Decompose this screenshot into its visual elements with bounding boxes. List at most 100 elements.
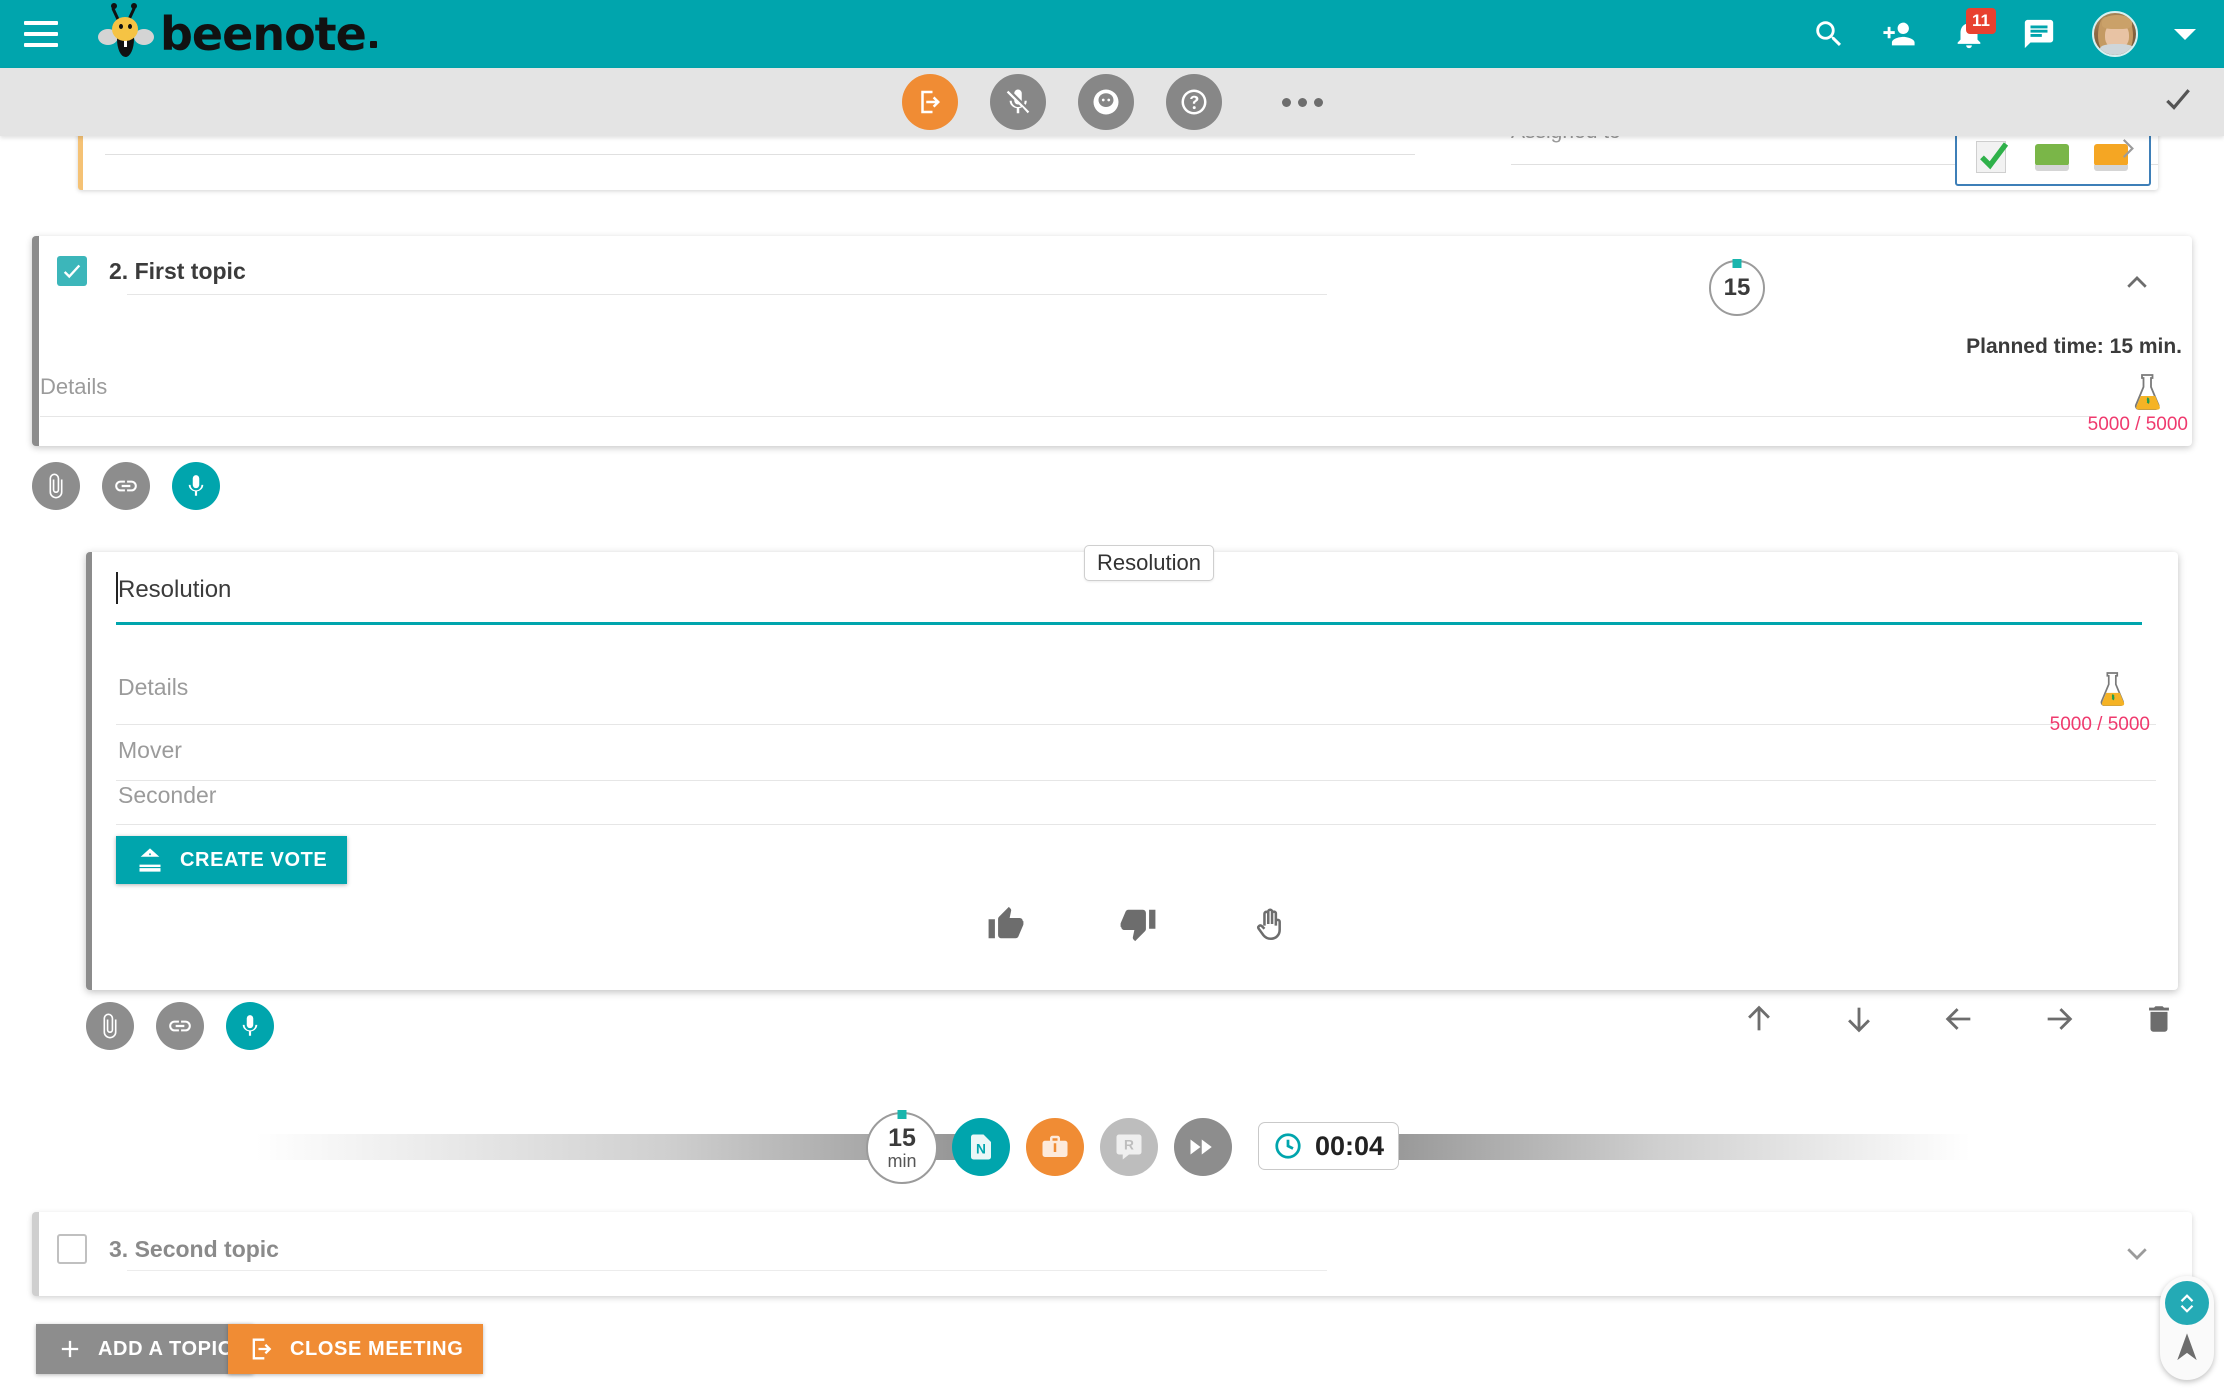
exit-meeting-icon[interactable] <box>902 74 958 130</box>
svg-text:R: R <box>1124 1138 1134 1153</box>
resolution-char-counter: 5000 / 5000 <box>2050 714 2150 736</box>
search-icon[interactable] <box>1812 17 1846 51</box>
topic-header: 2. First topic <box>57 256 246 286</box>
add-topic-label: ADD A TOPIC <box>98 1338 233 1361</box>
timeline-duration[interactable]: 15 min <box>866 1112 938 1184</box>
topic-card-first: 2. First topic 15 <box>32 236 2192 446</box>
topic-title-underline[interactable] <box>127 294 1327 295</box>
thumbs-up-icon[interactable] <box>984 902 1028 946</box>
green-block-icon[interactable] <box>2031 138 2075 178</box>
microphone-icon[interactable] <box>226 1002 274 1050</box>
avatar[interactable] <box>2092 11 2138 57</box>
elapsed-time: 00:04 <box>1315 1131 1384 1162</box>
more-options-icon[interactable] <box>1282 98 1323 107</box>
mover-underline <box>116 780 2156 781</box>
task-input-underline[interactable] <box>105 154 1415 155</box>
topic2-expand-chevron-down-icon[interactable] <box>2122 1238 2152 1273</box>
topic2-checkbox[interactable] <box>57 1234 87 1264</box>
scroll-widget <box>2160 1276 2214 1380</box>
planned-time-label: Planned time: 15 min. <box>1966 335 2182 359</box>
topic2-header: 3. Second topic <box>57 1234 279 1264</box>
help-question-icon[interactable] <box>1166 74 1222 130</box>
svg-text:N: N <box>976 1141 986 1156</box>
topic-details-underline[interactable] <box>40 416 2090 417</box>
chevron-down-icon[interactable] <box>2174 29 2196 40</box>
link-icon[interactable] <box>102 462 150 510</box>
microphone-muted-icon[interactable] <box>990 74 1046 130</box>
trash-icon[interactable] <box>2140 1000 2178 1038</box>
hamburger-menu-icon[interactable] <box>24 21 58 47</box>
paperclip-icon[interactable] <box>86 1002 134 1050</box>
topic-card-second[interactable]: 3. Second topic <box>32 1212 2192 1296</box>
arrow-left-icon[interactable] <box>1940 1000 1978 1038</box>
raised-hand-icon[interactable] <box>1248 902 1292 946</box>
topic-checkbox[interactable] <box>57 256 87 286</box>
meeting-toolbar <box>0 68 2224 136</box>
mover-input[interactable]: Mover <box>118 737 182 764</box>
arrow-up-icon[interactable] <box>1740 1000 1778 1038</box>
exit-icon <box>248 1335 276 1363</box>
chat-icon[interactable] <box>2022 17 2056 51</box>
create-vote-label: CREATE VOTE <box>180 849 327 872</box>
close-meeting-button[interactable]: CLOSE MEETING <box>228 1324 483 1374</box>
add-topic-button[interactable]: ADD A TOPIC <box>36 1324 253 1374</box>
topic-timer[interactable]: 15 <box>1709 260 1765 316</box>
microphone-icon[interactable] <box>172 462 220 510</box>
flask-icon <box>2130 372 2166 414</box>
topic-timer-value: 15 <box>1724 274 1751 302</box>
timeline-duration-unit: min <box>887 1152 916 1171</box>
resolution-tooltip: Resolution <box>1084 545 1214 581</box>
topic2-title-underline <box>127 1270 1327 1271</box>
resolution-details-placeholder[interactable]: Details <box>118 674 188 701</box>
timeline-duration-value: 15 <box>888 1125 916 1151</box>
page-footer: ADD A TOPIC CLOSE MEETING <box>0 1310 2224 1398</box>
meeting-timeline: 15 min N R 00:04 <box>0 1118 2224 1178</box>
vote-options <box>92 902 2184 946</box>
topic-attachment-actions <box>32 462 220 510</box>
topic-char-counter: 5000 / 5000 <box>2088 414 2188 436</box>
timeline-fast-forward-node[interactable] <box>1174 1118 1232 1176</box>
create-vote-button[interactable]: CREATE VOTE <box>116 836 347 884</box>
beenote-meeting-page: beenote 11 <box>0 0 2224 1398</box>
arrow-right-icon[interactable] <box>2040 1000 2078 1038</box>
seconder-underline <box>116 824 2156 825</box>
topic-collapse-chevron-up-icon[interactable] <box>2122 268 2152 303</box>
app-header: beenote 11 <box>0 0 2224 68</box>
flask-icon <box>2096 670 2130 710</box>
ballot-box-icon <box>136 846 164 874</box>
checkmark-icon[interactable] <box>2162 84 2194 121</box>
resolution-attachment-actions <box>86 1002 274 1050</box>
timeline-resolution-node[interactable]: R <box>1100 1118 1158 1176</box>
timeline-task-node[interactable] <box>1026 1118 1084 1176</box>
topic2-title: 3. Second topic <box>109 1236 279 1263</box>
close-meeting-label: CLOSE MEETING <box>290 1338 463 1361</box>
timeline-elapsed: 00:04 <box>1258 1122 1399 1170</box>
timeline-note-node[interactable]: N <box>952 1118 1010 1176</box>
paperclip-icon[interactable] <box>32 462 80 510</box>
notification-badge: 11 <box>1966 8 1996 34</box>
chevron-right-icon[interactable] <box>2114 136 2140 167</box>
scroll-up-down-icon[interactable] <box>2165 1281 2209 1325</box>
resolution-title-input[interactable]: Resolution <box>118 576 231 604</box>
resolution-card: Resolution Details 5000 / 5000 Mover Sec… <box>86 552 2178 990</box>
seconder-input[interactable]: Seconder <box>118 782 216 809</box>
resolution-details-underline <box>116 724 2156 725</box>
clock-icon <box>1273 1131 1303 1161</box>
participant-face-icon[interactable] <box>1078 74 1134 130</box>
timeline-bar-right <box>1340 1134 1970 1160</box>
check-document-icon[interactable] <box>1972 138 2016 178</box>
plus-icon <box>56 1335 84 1363</box>
bee-mascot-icon <box>98 9 154 59</box>
item-actions <box>1740 1000 2178 1038</box>
link-icon[interactable] <box>156 1002 204 1050</box>
resolution-title-underline <box>116 622 2142 625</box>
topic-details-label: Details <box>40 374 107 400</box>
header-actions: 11 <box>1812 11 2224 57</box>
thumbs-down-icon[interactable] <box>1116 902 1160 946</box>
page-title: 2. First topic <box>109 258 246 285</box>
bell-icon[interactable]: 11 <box>1952 17 1986 51</box>
navigation-arrow-icon[interactable] <box>2172 1331 2202 1365</box>
beenote-logo[interactable]: beenote <box>98 9 377 59</box>
add-person-icon[interactable] <box>1882 17 1916 51</box>
arrow-down-icon[interactable] <box>1840 1000 1878 1038</box>
